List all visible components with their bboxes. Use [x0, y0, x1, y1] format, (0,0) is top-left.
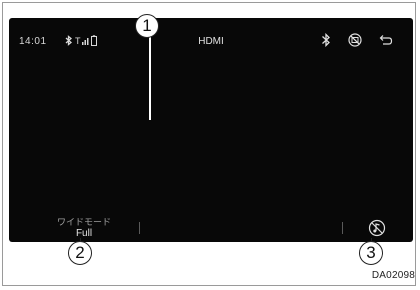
- figure-frame: 14:01 T HDMI ワイドモード Full 1 2 3 DA02098: [2, 2, 416, 286]
- bottom-bar: ワイドモード Full: [9, 214, 413, 242]
- callout-3: 3: [359, 241, 383, 265]
- figure-code: DA02098: [371, 270, 415, 281]
- callout-2: 2: [68, 241, 92, 265]
- callout-1: 1: [135, 14, 159, 38]
- wide-mode-value: Full: [75, 228, 93, 239]
- status-bar: 14:01 T HDMI: [9, 18, 413, 48]
- callout-1-leader: [149, 28, 151, 120]
- screen-off-icon[interactable]: [348, 33, 362, 47]
- sound-settings-icon[interactable]: [368, 219, 386, 237]
- bluetooth-icon[interactable]: [321, 33, 331, 47]
- wide-mode-label: ワイドモード: [56, 217, 111, 227]
- separator-left: [139, 222, 140, 234]
- display-screen: 14:01 T HDMI ワイドモード Full: [9, 18, 413, 242]
- back-icon[interactable]: [379, 34, 393, 46]
- separator-right: [342, 222, 343, 234]
